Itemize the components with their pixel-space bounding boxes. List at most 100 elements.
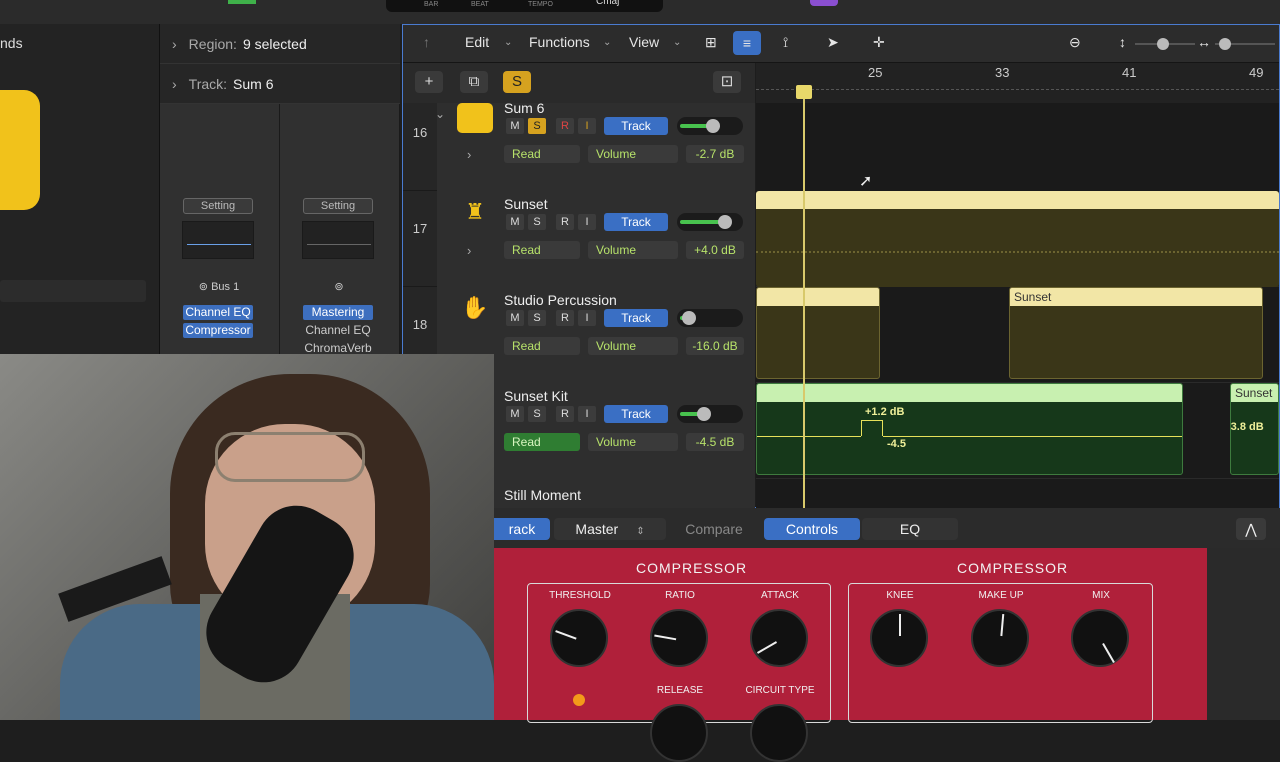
- solo-button[interactable]: S: [528, 406, 546, 422]
- playhead-handle[interactable]: [796, 85, 812, 99]
- chevron-right-icon[interactable]: ›: [467, 243, 471, 258]
- automation-parameter-select[interactable]: Volume: [588, 241, 678, 259]
- audio-region-sunset[interactable]: Sunset: [1009, 287, 1263, 379]
- power-led-icon[interactable]: [573, 694, 585, 706]
- track-row[interactable]: 17 ♜ Sunset M S R I Track › Read Volume …: [403, 191, 755, 287]
- track-automation-button[interactable]: Track: [604, 405, 668, 423]
- volume-fader[interactable]: [677, 405, 743, 423]
- link-icon[interactable]: ⊚: [304, 280, 374, 293]
- mute-button[interactable]: M: [506, 214, 524, 230]
- volume-knob[interactable]: [682, 311, 696, 325]
- link-plugin-icon[interactable]: ⋀: [1236, 518, 1266, 540]
- playhead[interactable]: [803, 87, 805, 509]
- add-track-button[interactable]: +: [415, 71, 443, 93]
- automation-region[interactable]: +1.2 dB -4.5: [756, 383, 1183, 475]
- record-button[interactable]: R: [556, 214, 574, 230]
- arrange-area[interactable]: Sunset +1.2 dB -4.5 Sunset -3.8 dB: [756, 103, 1279, 509]
- record-button[interactable]: R: [556, 310, 574, 326]
- mute-button[interactable]: M: [506, 310, 524, 326]
- back-arrow-icon[interactable]: ↑: [423, 34, 430, 50]
- attack-knob[interactable]: [750, 609, 808, 667]
- volume-knob[interactable]: [697, 407, 711, 421]
- plugin-slot-channel-eq-2[interactable]: Channel EQ: [303, 323, 373, 338]
- record-button[interactable]: R: [556, 118, 574, 134]
- catch-playhead-button[interactable]: ⊡: [713, 71, 741, 93]
- automation-mode-select[interactable]: Read: [504, 337, 580, 355]
- knee-knob[interactable]: [870, 609, 928, 667]
- automation-value[interactable]: -4.5 dB: [686, 433, 744, 451]
- compare-button[interactable]: Compare: [674, 518, 754, 540]
- automation-mode-select[interactable]: Read: [504, 145, 580, 163]
- grid-view-icon[interactable]: ⊞: [705, 34, 717, 51]
- mute-button[interactable]: M: [506, 406, 524, 422]
- automation-parameter-select[interactable]: Volume: [588, 433, 678, 451]
- volume-fader[interactable]: [677, 309, 743, 327]
- release-knob[interactable]: [650, 704, 708, 762]
- circuit-type-knob[interactable]: [750, 704, 808, 762]
- track-inspector-row[interactable]: › Track: Sum 6: [160, 64, 400, 104]
- more-options-icon[interactable]: ⊖: [1069, 34, 1081, 51]
- volume-knob[interactable]: [706, 119, 720, 133]
- track-automation-button[interactable]: Track: [604, 213, 668, 231]
- bus-slot[interactable]: ⊚ Bus 1: [184, 280, 254, 293]
- automation-mode-select[interactable]: Read: [504, 241, 580, 259]
- track-tab[interactable]: rack: [494, 518, 550, 540]
- automation-parameter-select[interactable]: Volume: [588, 337, 678, 355]
- automation-region-sunset[interactable]: Sunset -3.8 dB: [1230, 383, 1279, 475]
- setting-button-1[interactable]: Setting: [183, 198, 253, 214]
- track-row[interactable]: 16 ⌄ Sum 6 M S R I Track › Read Volume -…: [403, 103, 755, 191]
- functions-menu[interactable]: Functions: [529, 34, 590, 50]
- disclosure-icon[interactable]: ⌄: [435, 107, 445, 121]
- global-solo-button[interactable]: S: [503, 71, 531, 93]
- volume-fader[interactable]: [677, 117, 743, 135]
- record-button[interactable]: R: [556, 406, 574, 422]
- duplicate-track-button[interactable]: ⧉: [460, 71, 488, 93]
- solo-button[interactable]: S: [528, 310, 546, 326]
- solo-button[interactable]: S: [528, 214, 546, 230]
- threshold-knob[interactable]: [550, 609, 608, 667]
- automation-value[interactable]: +4.0 dB: [686, 241, 744, 259]
- track-automation-button[interactable]: Track: [604, 117, 668, 135]
- eq-thumbnail-2[interactable]: [302, 221, 374, 259]
- automation-mode-select[interactable]: Read: [504, 433, 580, 451]
- track-automation-button[interactable]: Track: [604, 309, 668, 327]
- input-monitor-button[interactable]: I: [578, 406, 596, 422]
- mute-button[interactable]: M: [506, 118, 524, 134]
- solo-button[interactable]: S: [528, 118, 546, 134]
- input-monitor-button[interactable]: I: [578, 310, 596, 326]
- automation-parameter-select[interactable]: Volume: [588, 145, 678, 163]
- eq-thumbnail-1[interactable]: [182, 221, 254, 259]
- lcd-display[interactable]: BAR BEAT TEMPO Cmaj: [386, 0, 663, 12]
- chevron-right-icon[interactable]: ›: [467, 147, 471, 162]
- audio-region[interactable]: [756, 191, 1279, 287]
- edit-menu[interactable]: Edit: [465, 34, 489, 50]
- region-inspector-row[interactable]: › Region: 9 selected: [160, 24, 400, 64]
- plugin-slot-channel-eq[interactable]: Channel EQ: [183, 305, 253, 320]
- automation-value[interactable]: -2.7 dB: [686, 145, 744, 163]
- ratio-knob[interactable]: [650, 609, 708, 667]
- makeup-knob[interactable]: [971, 609, 1029, 667]
- volume-fader[interactable]: [677, 213, 743, 231]
- catch-icon[interactable]: ⟟: [783, 34, 788, 51]
- eq-tab[interactable]: EQ: [862, 518, 958, 540]
- pointer-tool-icon[interactable]: ➤: [827, 34, 839, 51]
- timeline-ruler[interactable]: 25 33 41 49: [756, 63, 1279, 103]
- library-patch-icon[interactable]: [0, 90, 40, 210]
- crosshair-tool-icon[interactable]: ✛: [873, 34, 885, 51]
- vertical-zoom-slider[interactable]: [1135, 38, 1195, 50]
- horizontal-zoom-slider[interactable]: [1215, 38, 1275, 50]
- setting-button-2[interactable]: Setting: [303, 198, 373, 214]
- master-preset-select[interactable]: Master ⇕: [554, 518, 666, 540]
- view-menu[interactable]: View: [629, 34, 659, 50]
- automation-value[interactable]: -16.0 dB: [686, 337, 744, 355]
- volume-knob[interactable]: [718, 215, 732, 229]
- controls-tab[interactable]: Controls: [764, 518, 860, 540]
- input-monitor-button[interactable]: I: [578, 118, 596, 134]
- left-panel-label[interactable]: nds: [0, 35, 23, 51]
- audio-region[interactable]: [756, 287, 880, 379]
- mix-knob[interactable]: [1071, 609, 1129, 667]
- input-monitor-button[interactable]: I: [578, 214, 596, 230]
- plugin-slot-mastering[interactable]: Mastering: [303, 305, 373, 320]
- plugin-slot-compressor[interactable]: Compressor: [183, 323, 253, 338]
- library-search-field[interactable]: [0, 280, 146, 302]
